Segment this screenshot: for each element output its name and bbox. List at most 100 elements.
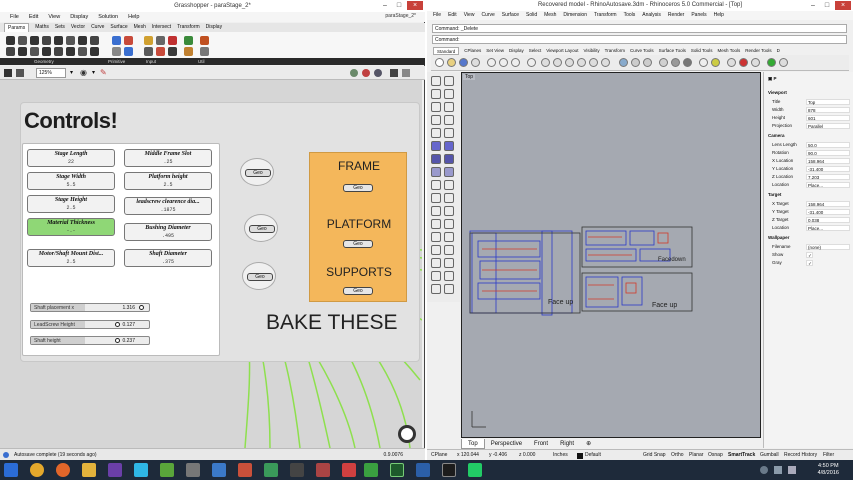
- component-icon[interactable]: [30, 47, 39, 56]
- properties-tab-icon[interactable]: ▣ P: [768, 76, 777, 82]
- panel-motor-shaft-mount[interactable]: Motor/Shaft Mount Dist... 2.5: [27, 249, 115, 267]
- prop-value[interactable]: 158.964: [806, 158, 850, 164]
- app-icon[interactable]: [160, 463, 174, 477]
- rh-menu-item[interactable]: Solid: [526, 11, 537, 20]
- toolbar-tab[interactable]: Visibility: [583, 47, 599, 55]
- surface-icon[interactable]: [431, 141, 441, 151]
- gh-menu-edit[interactable]: Edit: [29, 12, 38, 22]
- zoom-window-icon[interactable]: [577, 58, 586, 67]
- rh-menu-item[interactable]: Mesh: [544, 11, 556, 20]
- toolbar-tab[interactable]: Display: [509, 47, 524, 55]
- viewport-tab[interactable]: Front: [528, 439, 554, 449]
- tab-params[interactable]: Params: [4, 23, 30, 32]
- grasshopper-task-icon[interactable]: [364, 463, 378, 477]
- prop-value[interactable]: Parallel: [806, 123, 850, 129]
- box-icon[interactable]: [431, 154, 441, 164]
- paste-icon[interactable]: [511, 58, 520, 67]
- place-button[interactable]: Place...: [806, 225, 850, 231]
- component-icon[interactable]: [18, 36, 27, 45]
- options-icon[interactable]: [751, 58, 760, 67]
- component-icon[interactable]: [66, 47, 75, 56]
- group-icon[interactable]: [431, 284, 441, 294]
- viewport-tab[interactable]: Top: [461, 439, 485, 449]
- properties-icon[interactable]: [727, 58, 736, 67]
- category-geometry[interactable]: Geometry: [34, 58, 54, 65]
- rotate-tool-icon[interactable]: [444, 232, 454, 242]
- ellipse-icon[interactable]: [431, 128, 441, 138]
- search-icon[interactable]: [416, 463, 430, 477]
- rh-menu-item[interactable]: Curve: [481, 11, 494, 20]
- tray-icon[interactable]: [760, 466, 768, 474]
- gh-menu-view[interactable]: View: [48, 12, 60, 22]
- gh-menu-solution[interactable]: Solution: [98, 12, 118, 22]
- panel-leadscrew-clearance[interactable]: leadscrew clearence dia... .1875: [124, 197, 212, 215]
- toolbar-tab[interactable]: Transform: [605, 47, 625, 55]
- component-icon[interactable]: [124, 36, 133, 45]
- mesh-box-icon[interactable]: [444, 167, 454, 177]
- component-icon[interactable]: [90, 36, 99, 45]
- gh-document-name[interactable]: paraStage_2*: [385, 13, 416, 19]
- viewport-tab[interactable]: Perspective: [485, 439, 528, 449]
- copy-objects-icon[interactable]: [643, 58, 652, 67]
- slider-leadscrew-height[interactable]: LeadScrew Height 0.127: [30, 320, 150, 329]
- boolean-difference-icon[interactable]: [444, 245, 454, 255]
- rh-menu-item[interactable]: Dimension: [563, 11, 587, 20]
- polygon-icon[interactable]: [444, 115, 454, 125]
- app-icon[interactable]: [238, 463, 252, 477]
- tab-vector[interactable]: Vector: [71, 23, 85, 32]
- save-icon[interactable]: [459, 58, 468, 67]
- tab-display[interactable]: Display: [206, 23, 222, 32]
- copy-icon[interactable]: [499, 58, 508, 67]
- rhino-task-icon[interactable]: [442, 463, 456, 477]
- render-icon[interactable]: [739, 58, 748, 67]
- tab-mesh[interactable]: Mesh: [134, 23, 146, 32]
- toolbar-tab[interactable]: Mesh Tools: [718, 47, 741, 55]
- trim-icon[interactable]: [431, 193, 441, 203]
- save-as-icon[interactable]: [16, 69, 24, 77]
- preview-shaded-icon[interactable]: [350, 69, 358, 77]
- print-icon[interactable]: [471, 58, 480, 67]
- help-icon[interactable]: [779, 58, 788, 67]
- prop-value[interactable]: Top: [806, 99, 850, 105]
- bake-group[interactable]: FRAME Geo PLATFORM Geo SUPPORTS Geo: [309, 152, 407, 302]
- toolbar-tab[interactable]: Set View: [486, 47, 504, 55]
- rendered-icon[interactable]: [683, 58, 692, 67]
- component-icon[interactable]: [156, 36, 165, 45]
- gh-menu-file[interactable]: File: [10, 12, 19, 22]
- prop-value[interactable]: -31.400: [806, 209, 850, 215]
- place-button[interactable]: Place...: [806, 182, 850, 188]
- mesh-icon[interactable]: [431, 167, 441, 177]
- analyze-icon[interactable]: [444, 271, 454, 281]
- command-input[interactable]: Command:: [432, 35, 847, 44]
- rotate-icon[interactable]: [553, 58, 562, 67]
- panel-bushing-diameter[interactable]: Bushing Diameter .495: [124, 223, 212, 241]
- prop-value[interactable]: 90.0: [806, 150, 850, 156]
- tab-sets[interactable]: Sets: [55, 23, 65, 32]
- slider-shaft-placement-x[interactable]: Shaft placement x 1.316: [30, 303, 150, 312]
- spiral-icon[interactable]: [444, 128, 454, 138]
- bake-platform-geo[interactable]: Geo: [343, 240, 373, 248]
- prop-value[interactable]: 0.038: [806, 217, 850, 223]
- display-icon[interactable]: [659, 58, 668, 67]
- rh-menu-item[interactable]: Tools: [624, 11, 636, 20]
- component-icon[interactable]: [168, 36, 177, 45]
- maximize-icon[interactable]: □: [821, 1, 833, 10]
- tab-curve[interactable]: Curve: [91, 23, 104, 32]
- save-icon[interactable]: [4, 69, 12, 77]
- rh-menu-item[interactable]: Surface: [502, 11, 519, 20]
- chevron-down-icon[interactable]: ▾: [92, 69, 95, 76]
- select-arrow-icon[interactable]: [431, 76, 441, 86]
- open-icon[interactable]: [447, 58, 456, 67]
- skype-icon[interactable]: [134, 463, 148, 477]
- show-checkbox[interactable]: ✓: [806, 252, 813, 258]
- mirror-icon[interactable]: [444, 219, 454, 229]
- undo-icon[interactable]: [527, 58, 536, 67]
- geo-param[interactable]: Geo: [240, 158, 274, 186]
- extrude-icon[interactable]: [444, 141, 454, 151]
- shaded-icon[interactable]: [671, 58, 680, 67]
- canvas-settings-icon[interactable]: [402, 69, 410, 77]
- rh-menu-item[interactable]: Render: [668, 11, 684, 20]
- component-icon[interactable]: [90, 47, 99, 56]
- navigation-wheel-icon[interactable]: [398, 425, 416, 443]
- minimize-icon[interactable]: –: [807, 1, 819, 10]
